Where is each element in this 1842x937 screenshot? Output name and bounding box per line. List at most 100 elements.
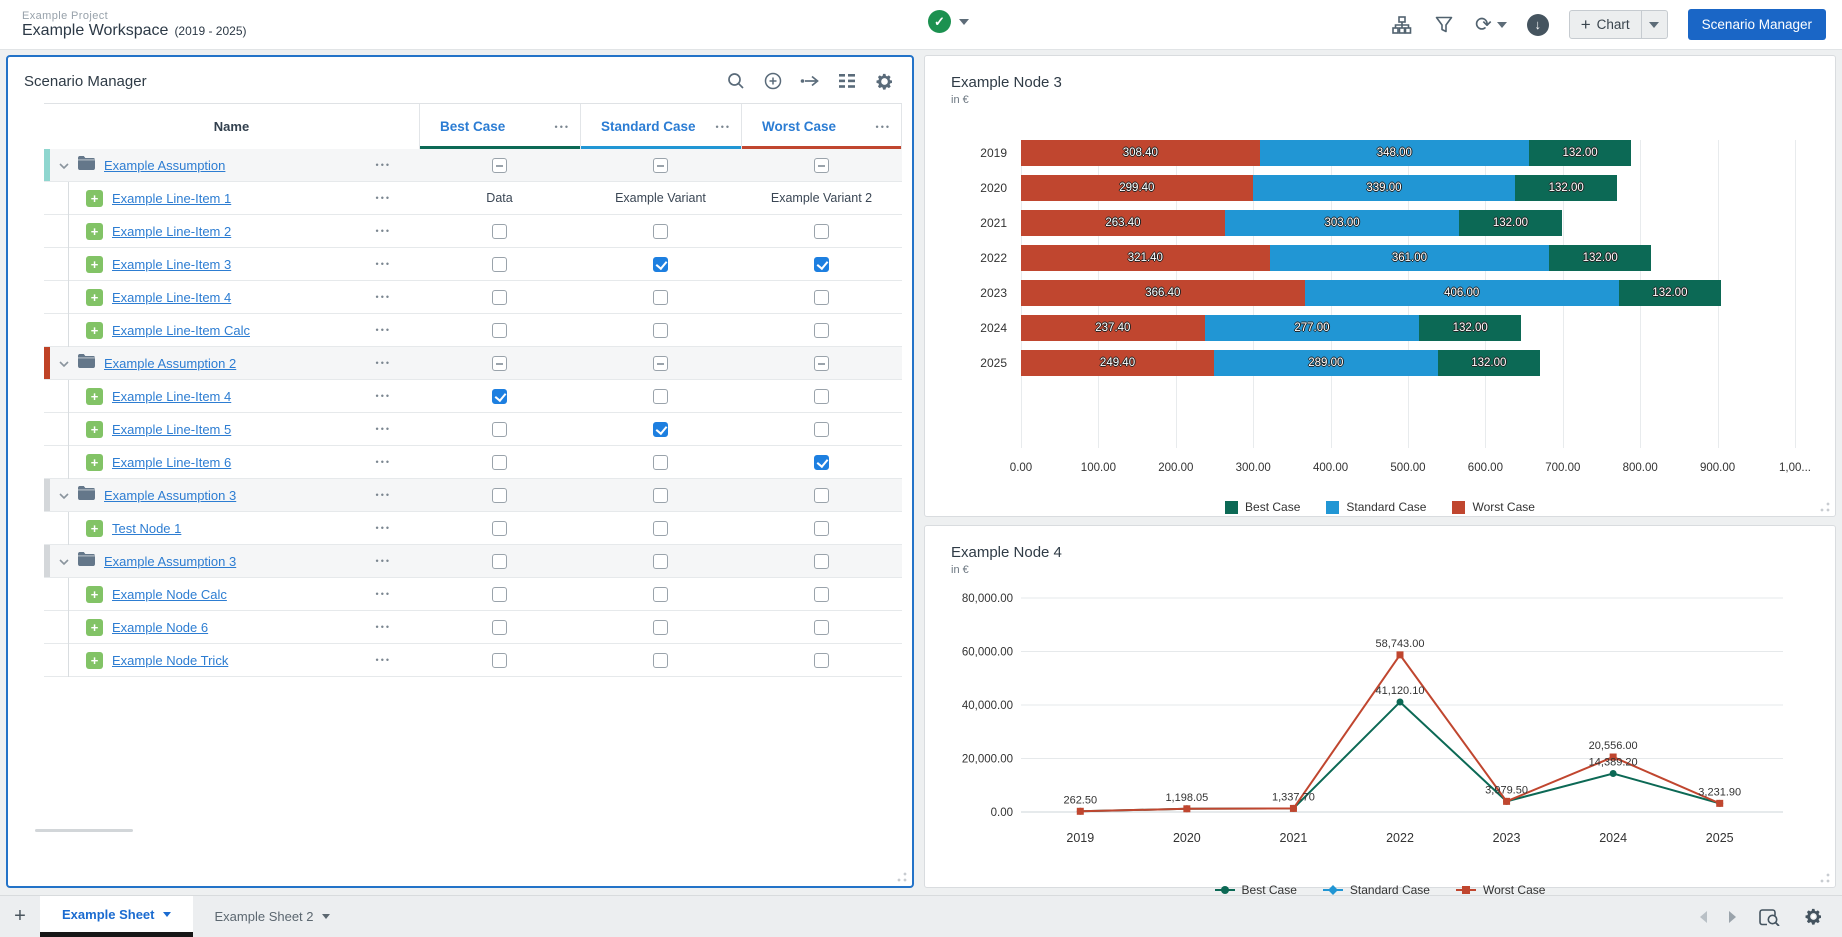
node-link[interactable]: Example Line-Item 2 <box>112 224 231 239</box>
scenario-checkbox[interactable] <box>653 620 668 635</box>
bar-segment-best-case[interactable]: 132.00 <box>1529 140 1631 166</box>
chevron-down-icon[interactable] <box>163 912 171 917</box>
bar-segment-best-case[interactable]: 132.00 <box>1515 175 1617 201</box>
scenario-checkbox[interactable] <box>653 158 668 173</box>
scenario-checkbox[interactable] <box>814 587 829 602</box>
chevron-down-icon[interactable] <box>58 159 70 171</box>
scenario-checkbox[interactable] <box>814 158 829 173</box>
column-menu-button[interactable]: ••• <box>555 122 570 132</box>
scenario-checkbox[interactable] <box>653 356 668 371</box>
node-link[interactable]: Example Line-Item 4 <box>112 389 231 404</box>
scenario-checkbox[interactable] <box>492 389 507 404</box>
tab-example-sheet-2[interactable]: Example Sheet 2 <box>193 896 352 937</box>
gear-icon[interactable] <box>1802 906 1824 928</box>
bar-segment-worst-case[interactable]: 263.40 <box>1021 210 1225 236</box>
scenario-checkbox[interactable] <box>492 653 507 668</box>
row-menu-button[interactable]: ••• <box>376 226 391 236</box>
row-menu-button[interactable]: ••• <box>376 655 391 665</box>
chevron-down-icon[interactable] <box>58 489 70 501</box>
legend-item[interactable]: Best Case <box>1225 500 1300 514</box>
node-link[interactable]: Example Node Calc <box>112 587 227 602</box>
scenario-checkbox[interactable] <box>492 587 507 602</box>
bar-segment-worst-case[interactable]: 249.40 <box>1021 350 1214 376</box>
node-link[interactable]: Example Line-Item 4 <box>112 290 231 305</box>
resize-handle[interactable] <box>1820 873 1830 883</box>
list-icon[interactable] <box>837 71 857 91</box>
legend-item[interactable]: Worst Case <box>1452 500 1534 514</box>
scenario-checkbox[interactable] <box>814 323 829 338</box>
node-link[interactable]: Example Assumption 3 <box>104 554 236 569</box>
scenario-checkbox[interactable] <box>492 488 507 503</box>
jump-icon[interactable] <box>800 71 820 91</box>
bar-segment-worst-case[interactable]: 366.40 <box>1021 280 1305 306</box>
scenario-checkbox[interactable] <box>492 257 507 272</box>
bar-segment-best-case[interactable]: 132.00 <box>1438 350 1540 376</box>
scenario-checkbox[interactable] <box>814 422 829 437</box>
bar-segment-standard-case[interactable]: 361.00 <box>1270 245 1549 271</box>
bar-segment-standard-case[interactable]: 289.00 <box>1214 350 1438 376</box>
chevron-down-icon[interactable] <box>322 914 330 919</box>
scenario-checkbox[interactable] <box>814 290 829 305</box>
bar-segment-standard-case[interactable]: 406.00 <box>1305 280 1619 306</box>
bar-segment-worst-case[interactable]: 308.40 <box>1021 140 1260 166</box>
scenario-checkbox[interactable] <box>492 422 507 437</box>
row-menu-button[interactable]: ••• <box>376 193 391 203</box>
add-chart-caret-button[interactable] <box>1641 11 1667 38</box>
scenario-checkbox[interactable] <box>653 389 668 404</box>
node-link[interactable]: Example Line-Item 1 <box>112 191 231 206</box>
scenario-column-label[interactable]: Best Case <box>440 119 505 134</box>
chevron-down-icon[interactable] <box>58 357 70 369</box>
scenario-checkbox[interactable] <box>814 653 829 668</box>
scenario-checkbox[interactable] <box>653 554 668 569</box>
column-menu-button[interactable]: ••• <box>716 122 731 132</box>
scenario-checkbox[interactable] <box>653 323 668 338</box>
scenario-checkbox[interactable] <box>814 488 829 503</box>
node-link[interactable]: Example Line-Item 6 <box>112 455 231 470</box>
scenario-manager-button[interactable]: Scenario Manager <box>1688 9 1826 40</box>
row-menu-button[interactable]: ••• <box>376 160 391 170</box>
scenario-checkbox[interactable] <box>492 323 507 338</box>
gear-icon[interactable] <box>874 71 894 91</box>
add-sheet-button[interactable]: + <box>0 896 40 937</box>
scenario-checkbox[interactable] <box>653 422 668 437</box>
row-menu-button[interactable]: ••• <box>376 259 391 269</box>
bar-segment-best-case[interactable]: 132.00 <box>1459 210 1561 236</box>
column-menu-button[interactable]: ••• <box>876 122 891 132</box>
row-menu-button[interactable]: ••• <box>376 622 391 632</box>
node-link[interactable]: Example Assumption 3 <box>104 488 236 503</box>
scenario-checkbox[interactable] <box>492 521 507 536</box>
bar-segment-best-case[interactable]: 132.00 <box>1549 245 1651 271</box>
scenario-checkbox[interactable] <box>492 356 507 371</box>
node-link[interactable]: Test Node 1 <box>112 521 181 536</box>
horizontal-scrollbar[interactable] <box>35 829 133 832</box>
row-menu-button[interactable]: ••• <box>376 589 391 599</box>
scenario-checkbox[interactable] <box>814 455 829 470</box>
scenario-checkbox[interactable] <box>653 521 668 536</box>
resize-handle[interactable] <box>1820 502 1830 512</box>
bar-segment-worst-case[interactable]: 299.40 <box>1021 175 1253 201</box>
node-link[interactable]: Example Node Trick <box>112 653 228 668</box>
scenario-checkbox[interactable] <box>492 620 507 635</box>
scenario-checkbox[interactable] <box>492 158 507 173</box>
row-menu-button[interactable]: ••• <box>376 523 391 533</box>
scenario-checkbox[interactable] <box>814 224 829 239</box>
row-menu-button[interactable]: ••• <box>376 556 391 566</box>
data-preview-icon[interactable] <box>1758 906 1780 928</box>
sitemap-icon[interactable] <box>1391 14 1413 36</box>
legend-item[interactable]: Standard Case <box>1326 500 1426 514</box>
scenario-checkbox[interactable] <box>492 224 507 239</box>
scenario-column-label[interactable]: Standard Case <box>601 119 696 134</box>
search-icon[interactable] <box>726 71 746 91</box>
scenario-checkbox[interactable] <box>814 620 829 635</box>
row-menu-button[interactable]: ••• <box>376 457 391 467</box>
prev-arrow-icon[interactable] <box>1700 911 1707 923</box>
scenario-checkbox[interactable] <box>653 587 668 602</box>
scenario-checkbox[interactable] <box>814 257 829 272</box>
bar-segment-worst-case[interactable]: 237.40 <box>1021 315 1205 341</box>
node-link[interactable]: Example Assumption 2 <box>104 356 236 371</box>
scenario-checkbox[interactable] <box>814 521 829 536</box>
download-icon[interactable]: ↓ <box>1527 14 1549 36</box>
scenario-checkbox[interactable] <box>814 389 829 404</box>
scenario-checkbox[interactable] <box>653 290 668 305</box>
scenario-checkbox[interactable] <box>653 224 668 239</box>
